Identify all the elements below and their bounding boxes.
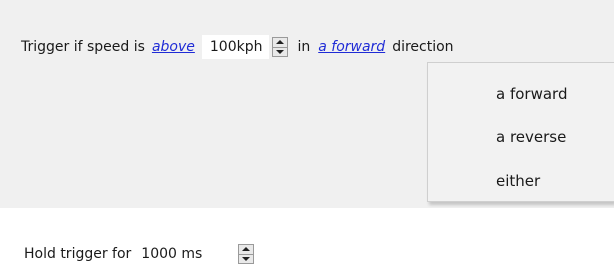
triangle-down-icon [276, 49, 285, 54]
triangle-up-icon [276, 40, 285, 45]
menu-item-either[interactable]: either [496, 169, 540, 193]
menu-item-a-reverse[interactable]: a reverse [496, 125, 566, 149]
menu-item-a-forward[interactable]: a forward [496, 82, 567, 106]
hold-duration-input[interactable]: 1000 ms [141, 246, 202, 262]
speed-increment-button[interactable] [273, 38, 287, 47]
trigger-condition-row: Trigger if speed is above 100kph in a fo… [21, 34, 454, 60]
direction-dropdown-menu: a forward a reverse either [427, 62, 614, 202]
direction-suffix-label: direction [392, 39, 454, 55]
speed-input[interactable]: 100kph [201, 35, 270, 59]
triangle-up-icon [242, 247, 251, 252]
hold-decrement-button[interactable] [239, 253, 254, 264]
direction-link[interactable]: a forward [318, 39, 385, 55]
comparison-link[interactable]: above [152, 39, 195, 55]
hold-spinner[interactable] [238, 244, 255, 264]
hold-trigger-label: Hold trigger for [24, 246, 132, 262]
triangle-down-icon [242, 256, 251, 261]
in-label: in [297, 39, 311, 55]
trigger-prefix-label: Trigger if speed is [21, 39, 145, 55]
speed-spinner[interactable] [272, 37, 289, 57]
hold-increment-button[interactable] [239, 245, 253, 254]
speed-decrement-button[interactable] [273, 46, 288, 57]
hold-trigger-row: Hold trigger for 1000 ms [24, 241, 255, 267]
